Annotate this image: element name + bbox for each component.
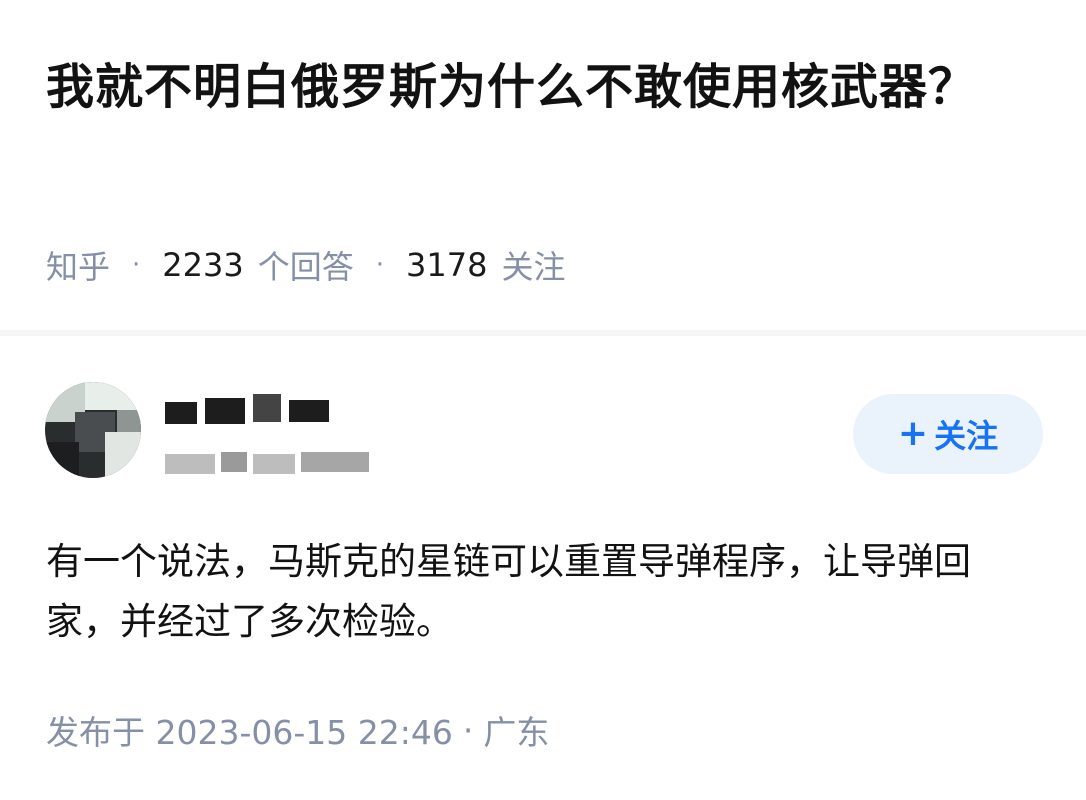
question-card: 我就不明白俄罗斯为什么不敢使用核武器？ 知乎 · 2233 个回答 · 3178… xyxy=(0,0,1086,330)
publish-time: 发布于 2023-06-15 22:46 xyxy=(46,713,453,752)
question-title[interactable]: 我就不明白俄罗斯为什么不敢使用核武器？ xyxy=(46,40,1006,134)
footer-separator: · xyxy=(462,710,474,750)
source-label[interactable]: 知乎 xyxy=(46,242,110,288)
publish-location: 广东 xyxy=(483,713,550,752)
answer-card: + 关注 有一个说法，马斯克的星链可以重置导弹程序，让导弹回家，并经过了多次检验… xyxy=(0,336,1086,800)
followers-count: 3178 xyxy=(406,246,488,284)
answers-label[interactable]: 个回答 xyxy=(258,242,354,288)
followers-label[interactable]: 关注 xyxy=(501,242,565,288)
follow-button[interactable]: + 关注 xyxy=(853,394,1043,474)
meta-separator: · xyxy=(375,250,384,280)
author-bio-redacted xyxy=(165,448,375,478)
answer-footer: 发布于 2023-06-15 22:46 · 广东 xyxy=(46,706,549,754)
question-meta: 知乎 · 2233 个回答 · 3178 关注 xyxy=(46,243,565,287)
plus-icon: + xyxy=(897,413,929,454)
author-name-redacted[interactable] xyxy=(165,394,333,428)
answer-content[interactable]: 有一个说法，马斯克的星链可以重置导弹程序，让导弹回家，并经过了多次检验。 xyxy=(46,532,1036,652)
meta-separator: · xyxy=(132,250,141,280)
avatar[interactable] xyxy=(45,382,141,478)
answers-count: 2233 xyxy=(162,246,244,284)
follow-button-label: 关注 xyxy=(934,417,999,455)
